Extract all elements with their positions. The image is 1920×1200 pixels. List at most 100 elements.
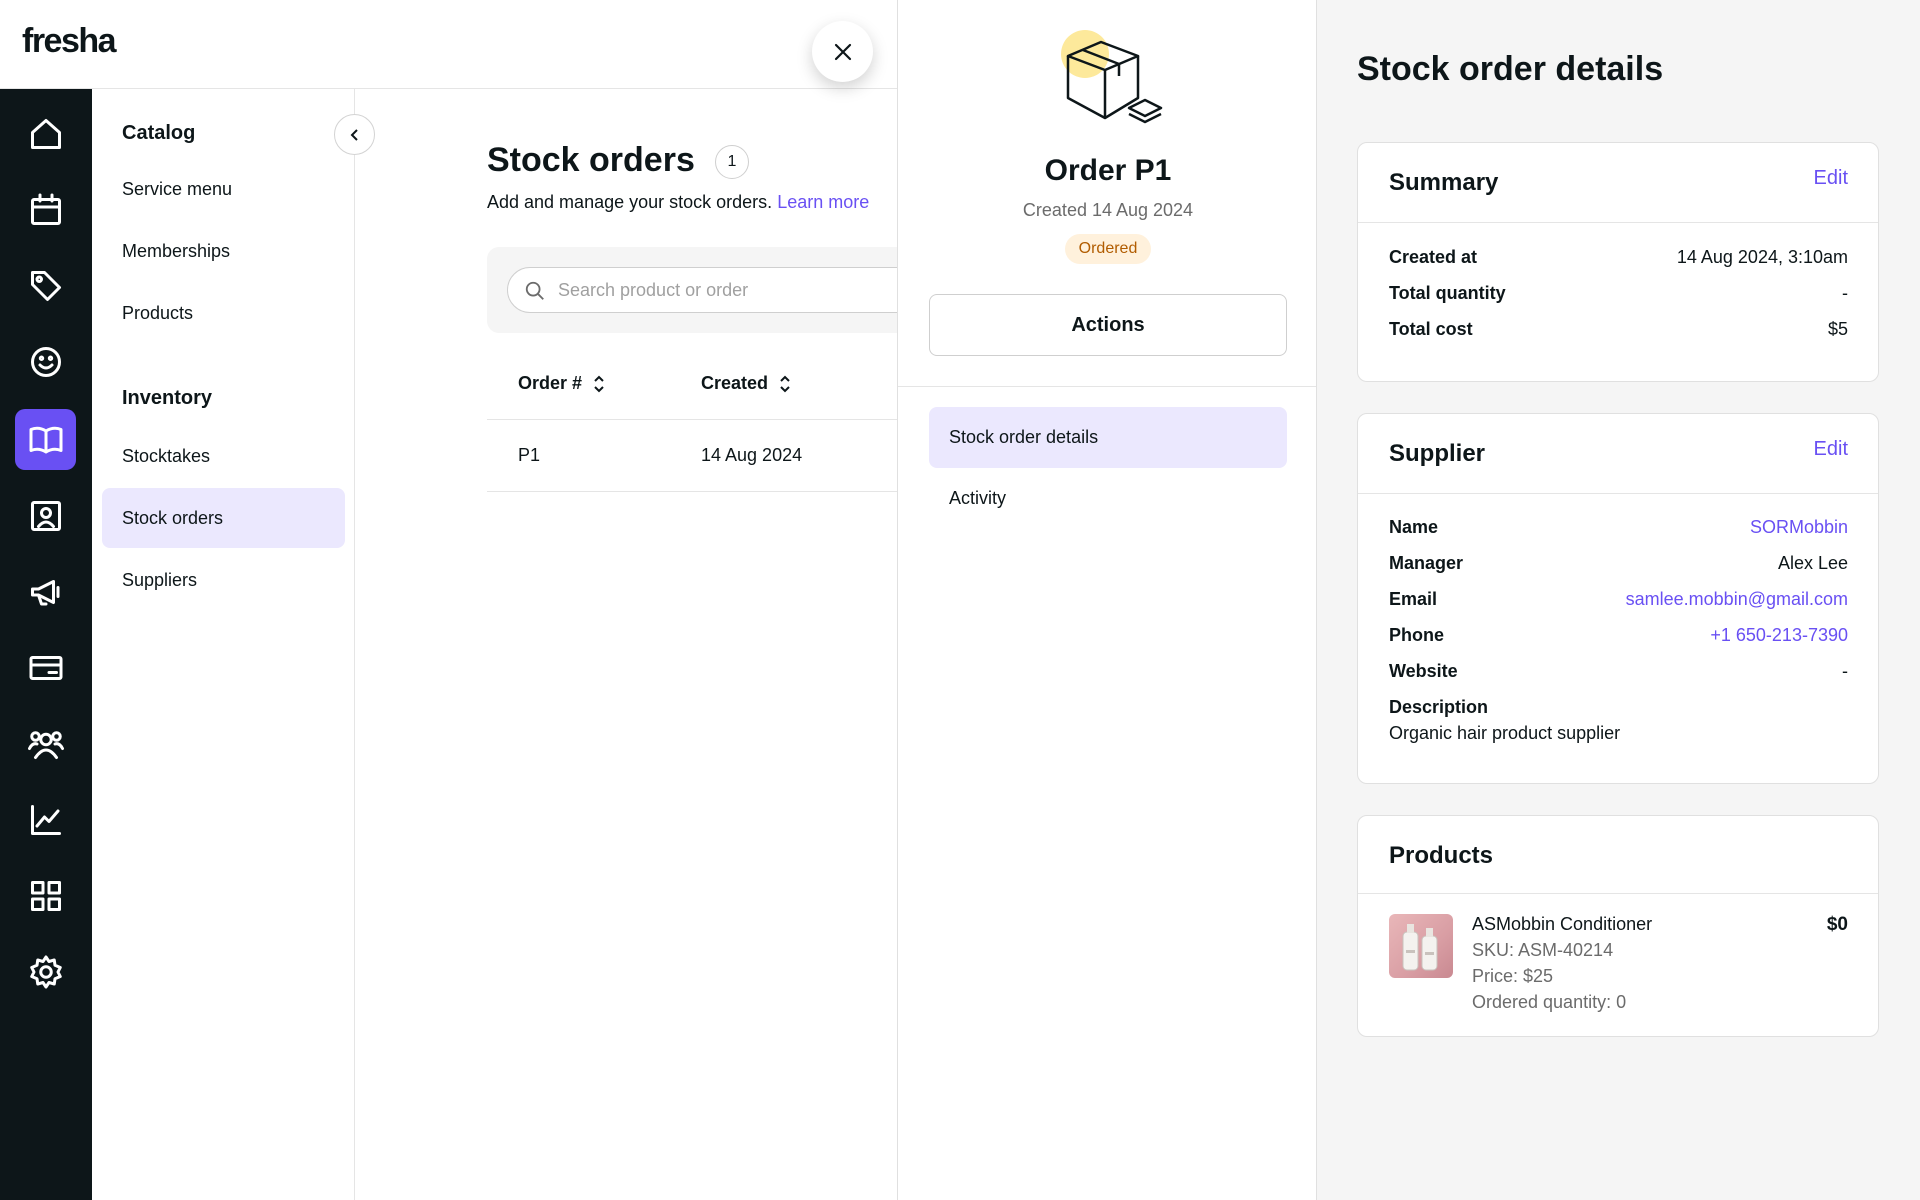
sidebar-item-service-menu[interactable]: Service menu — [102, 159, 345, 219]
panel-divider — [898, 386, 1316, 387]
sidebar-item-stock-orders[interactable]: Stock orders — [102, 488, 345, 548]
phone-link[interactable]: +1 650-213-7390 — [1710, 625, 1848, 646]
rail-clients[interactable] — [15, 331, 76, 392]
created-at-value: 14 Aug 2024, 3:10am — [1676, 247, 1848, 267]
column-header-order[interactable]: Order # — [518, 373, 606, 394]
rail-payments[interactable] — [15, 637, 76, 698]
sort-icon — [780, 375, 790, 392]
table-divider — [487, 419, 898, 420]
rail-team-profile[interactable] — [15, 485, 76, 546]
catalog-heading: Catalog — [122, 122, 196, 144]
column-header-created[interactable]: Created — [701, 373, 792, 394]
rail-settings[interactable] — [15, 941, 76, 1002]
products-card-header: Products — [1358, 816, 1878, 894]
actions-button[interactable]: Actions — [929, 294, 1287, 356]
cell-order-number[interactable]: P1 — [518, 445, 540, 466]
website-value: - — [1842, 661, 1848, 681]
rail-reports[interactable] — [15, 789, 76, 850]
search-input[interactable] — [558, 268, 898, 312]
sidebar-item-stocktakes[interactable]: Stocktakes — [102, 426, 345, 486]
total-quantity-label: Total quantity — [1389, 283, 1506, 303]
smiley-icon — [30, 346, 61, 377]
calendar-icon — [30, 193, 61, 225]
column-header-created-label: Created — [701, 373, 769, 393]
main-content: Stock orders 1 Add and manage your stock… — [356, 89, 898, 1200]
supplier-card: Supplier Edit Name SORMobbin Manager Ale… — [1357, 413, 1879, 784]
learn-more-link[interactable]: Learn more — [777, 192, 869, 212]
rail-marketing[interactable] — [15, 561, 76, 622]
gear-icon — [29, 955, 62, 988]
summary-edit-button[interactable]: Edit — [1814, 167, 1848, 190]
fresha-logo[interactable]: fresha — [22, 22, 117, 61]
close-button[interactable] — [812, 21, 873, 82]
supplier-row-name: Name SORMobbin — [1389, 517, 1848, 538]
summary-title: Summary — [1389, 169, 1499, 196]
rail-home[interactable] — [15, 103, 76, 164]
credit-card-icon — [29, 655, 62, 680]
summary-row-created: Created at 14 Aug 2024, 3:10am — [1389, 247, 1848, 268]
products-title: Products — [1389, 842, 1494, 869]
email-link[interactable]: samlee.mobbin@gmail.com — [1626, 589, 1848, 610]
stock-box-illustration — [1061, 30, 1163, 124]
search-box[interactable] — [507, 267, 898, 313]
sidebar-item-memberships[interactable]: Memberships — [102, 221, 345, 281]
products-card: Products ASMobbin Conditioner SKU: ASM-4… — [1357, 815, 1879, 1037]
summary-card-header: Summary Edit — [1358, 143, 1878, 223]
product-bottles-image — [1402, 924, 1438, 971]
collapse-sidebar-button[interactable] — [334, 114, 375, 155]
description-label: Description — [1389, 697, 1489, 717]
phone-label: Phone — [1389, 625, 1445, 645]
rail-calendar[interactable] — [15, 179, 76, 240]
supplier-title: Supplier — [1389, 440, 1486, 467]
total-cost-label: Total cost — [1389, 319, 1473, 339]
status-badge: Ordered — [1065, 234, 1151, 264]
rail-sales[interactable] — [15, 255, 76, 316]
nav-activity[interactable]: Activity — [929, 468, 1287, 529]
team-icon — [27, 730, 64, 759]
page-title: Stock orders — [487, 141, 695, 179]
inventory-heading: Inventory — [122, 387, 213, 409]
product-sku: SKU: ASM-40214 — [1472, 940, 1614, 960]
supplier-name-label: Name — [1389, 517, 1439, 537]
summary-card: Summary Edit Created at 14 Aug 2024, 3:1… — [1357, 142, 1879, 382]
created-at-label: Created at — [1389, 247, 1478, 267]
product-name[interactable]: ASMobbin Conditioner — [1472, 914, 1652, 935]
search-icon — [525, 281, 544, 300]
rail-apps[interactable] — [15, 865, 76, 926]
sort-icon — [594, 375, 604, 392]
supplier-row-manager: Manager Alex Lee — [1389, 553, 1848, 574]
summary-row-cost: Total cost $5 — [1389, 319, 1848, 340]
order-created-date: Created 14 Aug 2024 — [1022, 200, 1194, 220]
catalog-sidebar: Catalog Service menu Memberships Products I… — [92, 89, 355, 1200]
product-thumbnail — [1389, 914, 1453, 978]
summary-row-quantity: Total quantity - — [1389, 283, 1848, 304]
cell-created-date[interactable]: 14 Aug 2024 — [701, 445, 802, 466]
total-quantity-value: - — [1842, 283, 1848, 303]
contact-card-icon — [30, 500, 61, 531]
supplier-row-phone: Phone +1 650-213-7390 — [1389, 625, 1848, 646]
manager-value: Alex Lee — [1777, 553, 1848, 573]
sidebar-item-products[interactable]: Products — [102, 283, 345, 343]
supplier-row-email: Email samlee.mobbin@gmail.com — [1389, 589, 1848, 610]
nav-stock-order-details[interactable]: Stock order details — [929, 407, 1287, 468]
details-panel: Stock order details Summary Edit Created… — [1317, 0, 1920, 1200]
product-price: Price: $25 — [1472, 966, 1554, 986]
chart-icon — [30, 804, 61, 835]
top-bar: fresha — [0, 0, 898, 89]
sidebar-item-suppliers[interactable]: Suppliers — [102, 550, 345, 610]
column-header-order-label: Order # — [518, 373, 583, 393]
subtitle-text: Add and manage your stock orders. — [487, 192, 773, 212]
product-ordered-quantity: Ordered quantity: 0 — [1472, 992, 1627, 1012]
description-value: Organic hair product supplier — [1389, 723, 1621, 743]
megaphone-icon — [30, 579, 59, 605]
close-icon — [834, 43, 851, 60]
book-icon — [29, 426, 62, 453]
rail-catalog[interactable] — [15, 409, 76, 470]
product-line-total: $0 — [1826, 914, 1848, 935]
home-icon — [30, 118, 61, 149]
supplier-name-link[interactable]: SORMobbin — [1750, 517, 1848, 538]
search-area — [487, 247, 898, 333]
rail-team[interactable] — [15, 713, 76, 774]
details-title: Stock order details — [1357, 50, 1664, 88]
supplier-edit-button[interactable]: Edit — [1814, 438, 1848, 461]
